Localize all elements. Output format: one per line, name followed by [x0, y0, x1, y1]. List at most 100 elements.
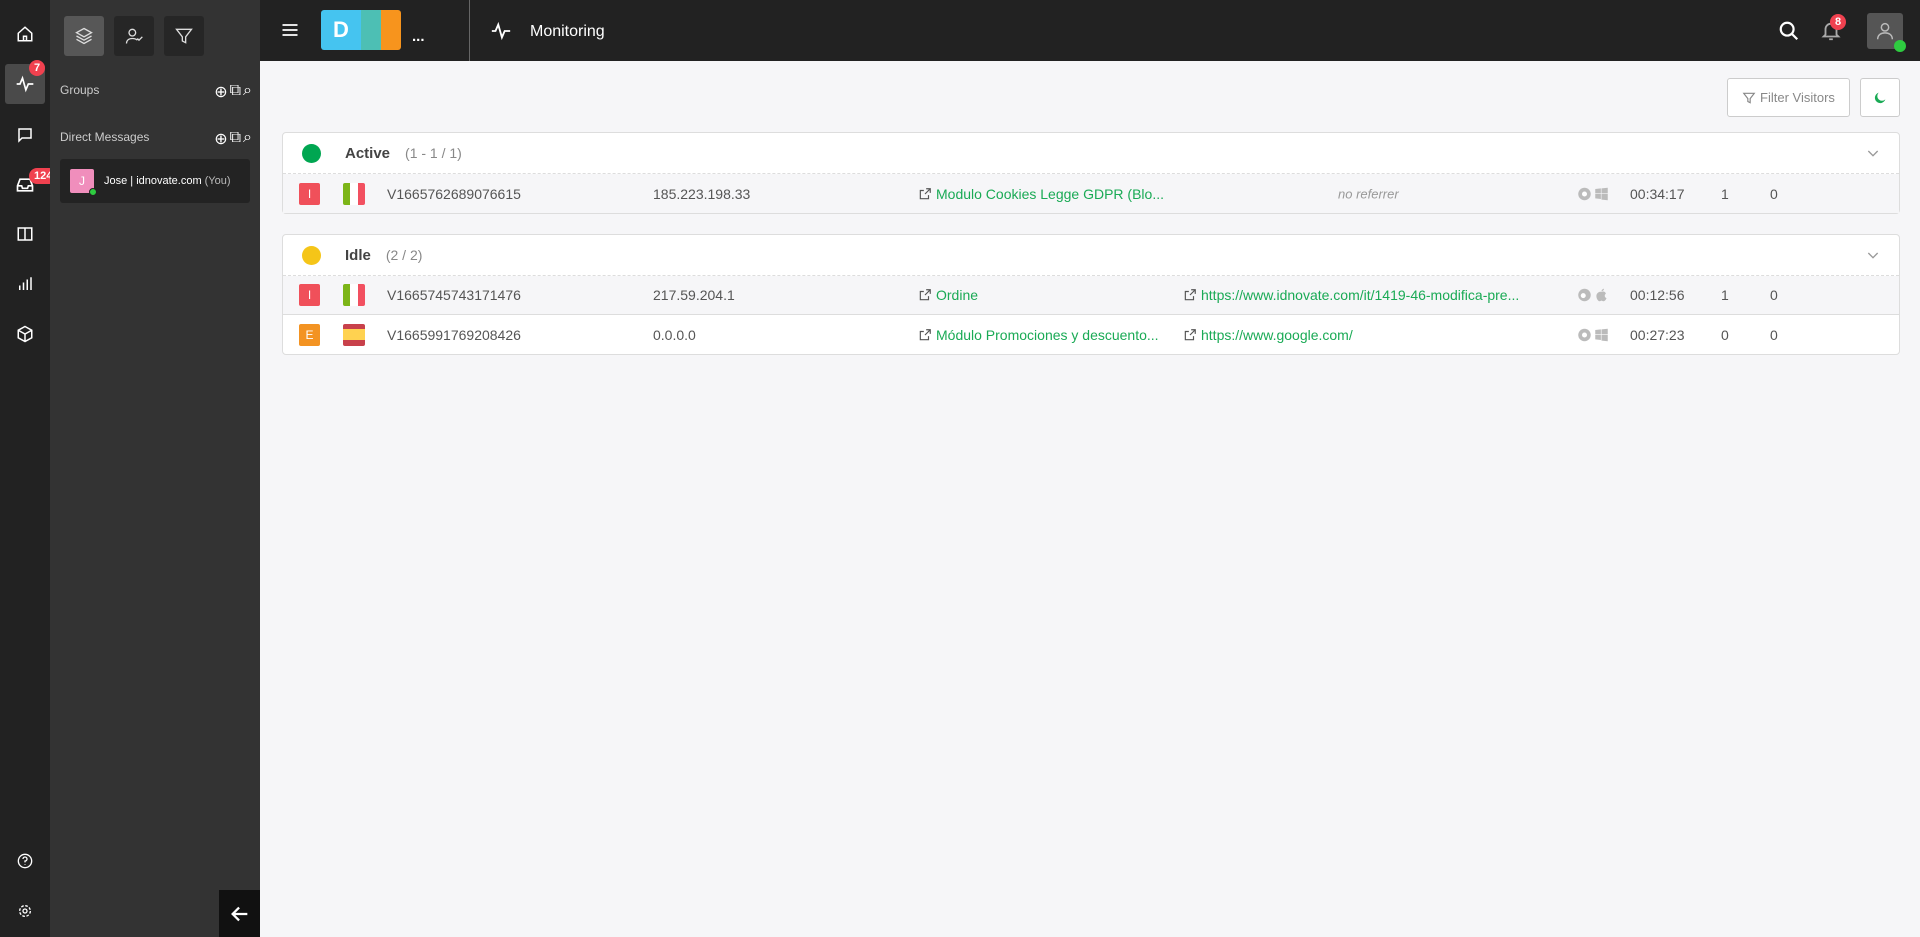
browser-os-icons: [1577, 327, 1609, 342]
monitoring-icon[interactable]: 7: [5, 60, 46, 104]
dm-user-item[interactable]: J Jose | idnovate.com (You): [60, 159, 250, 203]
box-icon[interactable]: [5, 314, 45, 354]
gear-icon[interactable]: [5, 891, 45, 931]
add-icon[interactable]: ⊕: [214, 129, 227, 149]
country-flag-it: [343, 284, 365, 306]
visitor-row[interactable]: E V1665991769208426 0.0.0.0 Módulo Promo…: [283, 315, 1899, 354]
group-count: (1 - 1 / 1): [405, 145, 462, 161]
home-icon[interactable]: [5, 14, 45, 54]
country-flag-es: [343, 323, 365, 346]
chrome-icon: [1578, 187, 1591, 200]
inbox-icon[interactable]: 124: [5, 165, 58, 205]
visit-time: 00:34:17: [1630, 185, 1685, 202]
bell-icon[interactable]: 8: [1820, 14, 1847, 47]
external-link-icon: [919, 328, 931, 340]
moon-icon: [1874, 92, 1886, 103]
group-header[interactable]: Active (1 - 1 / 1): [283, 133, 1899, 174]
copy-icon[interactable]: ⧉: [230, 129, 241, 149]
collapse-sidebar-button[interactable]: [219, 890, 260, 937]
current-page-link[interactable]: Módulo Promociones y descuento...: [918, 327, 1159, 343]
top-bar: D ... Monitoring 8: [260, 0, 1920, 61]
more-menu[interactable]: ...: [412, 28, 425, 45]
add-icon[interactable]: ⊕: [214, 82, 227, 102]
user-check-button[interactable]: [114, 16, 154, 56]
filter-icon: [1742, 92, 1756, 104]
group-title: Idle: [345, 246, 371, 264]
direct-messages-label: Direct Messages: [60, 130, 150, 144]
dm-actions: ⊕ ⧉ ⌕: [214, 129, 252, 149]
language-badge: E: [299, 323, 320, 346]
language-badge: I: [299, 284, 320, 306]
browser-os-icons: [1577, 186, 1609, 201]
windows-icon: [1595, 187, 1608, 200]
visitor-row[interactable]: I V1665745743171476 217.59.204.1 Ordine …: [283, 276, 1899, 315]
chevron-down-icon[interactable]: [1865, 247, 1881, 263]
language-badge: I: [299, 182, 320, 205]
apple-icon: [1596, 288, 1607, 302]
dark-mode-button[interactable]: [1860, 78, 1900, 117]
group-title: Active: [345, 144, 391, 162]
no-referrer: no referrer: [1338, 186, 1399, 201]
copy-icon[interactable]: ⧉: [230, 82, 241, 102]
browser-os-icons: [1577, 288, 1609, 303]
chat-icon[interactable]: [5, 115, 45, 155]
external-link-icon: [919, 187, 931, 199]
pulse-icon: [490, 20, 512, 47]
count-1: 1: [1721, 287, 1729, 303]
layers-button[interactable]: [64, 16, 104, 56]
book-icon[interactable]: [5, 214, 45, 254]
status-indicator: [302, 143, 321, 163]
help-icon[interactable]: [5, 841, 45, 881]
you-label: (You): [204, 175, 231, 187]
visit-time: 00:12:56: [1630, 287, 1685, 303]
user-name: Jose | idnovate.com: [104, 175, 202, 187]
groups-actions: ⊕ ⧉ ⌕: [214, 82, 252, 102]
chevron-down-icon[interactable]: [1865, 145, 1881, 161]
divider: [469, 0, 470, 61]
country-flag-it: [343, 182, 365, 205]
monitoring-badge: 7: [29, 60, 46, 76]
count-2: 0: [1770, 326, 1778, 343]
visitor-id: V1665762689076615: [387, 185, 521, 202]
count-1: 1: [1721, 185, 1729, 202]
ip-address: 0.0.0.0: [653, 326, 696, 343]
ip-address: 217.59.204.1: [653, 287, 735, 303]
external-link-icon: [1184, 289, 1196, 301]
count-2: 0: [1770, 185, 1778, 202]
referrer-link[interactable]: https://www.idnovate.com/it/1419-46-modi…: [1183, 287, 1519, 303]
windows-icon: [1595, 328, 1608, 341]
external-link-icon: [919, 289, 931, 301]
user-avatar-button[interactable]: [1867, 13, 1906, 52]
visitor-row[interactable]: I V1665762689076615 185.223.198.33 Modul…: [283, 174, 1899, 213]
visitor-id: V1665991769208426: [387, 326, 521, 343]
search-icon[interactable]: [1778, 20, 1800, 47]
online-status-dot: [89, 188, 97, 196]
count-1: 0: [1721, 326, 1729, 343]
filter-button[interactable]: [164, 16, 204, 56]
filter-visitors-button[interactable]: Filter Visitors: [1727, 78, 1850, 117]
visitor-id: V1665745743171476: [387, 287, 521, 303]
count-2: 0: [1770, 287, 1778, 303]
hamburger-menu-icon[interactable]: [280, 20, 300, 45]
notification-badge: 8: [1830, 14, 1847, 30]
group-count: (2 / 2): [385, 247, 423, 263]
stats-icon[interactable]: [5, 264, 45, 304]
firefox-icon: [1578, 288, 1591, 302]
page-title: Monitoring: [530, 23, 605, 40]
icon-rail: 7 124: [0, 0, 58, 937]
logo[interactable]: D: [321, 10, 401, 50]
online-status-dot: [1894, 40, 1906, 52]
external-link-icon: [1184, 328, 1196, 340]
group-active: Active (1 - 1 / 1) I V1665762689076615 1…: [282, 132, 1900, 214]
group-idle: Idle (2 / 2) I V1665745743171476 217.59.…: [282, 234, 1900, 355]
referrer-link[interactable]: https://www.google.com/: [1183, 327, 1353, 343]
status-indicator: [302, 245, 321, 265]
visit-time: 00:27:23: [1630, 326, 1685, 343]
group-header[interactable]: Idle (2 / 2): [283, 235, 1899, 276]
current-page-link[interactable]: Modulo Cookies Legge GDPR (Blo...: [918, 186, 1164, 202]
search-icon[interactable]: ⌕: [243, 129, 252, 149]
sidebar: Groups ⊕ ⧉ ⌕ Direct Messages ⊕ ⧉ ⌕ J Jose | …: [50, 0, 260, 937]
search-icon[interactable]: ⌕: [243, 82, 252, 102]
groups-label: Groups: [60, 83, 100, 97]
current-page-link[interactable]: Ordine: [918, 287, 978, 303]
